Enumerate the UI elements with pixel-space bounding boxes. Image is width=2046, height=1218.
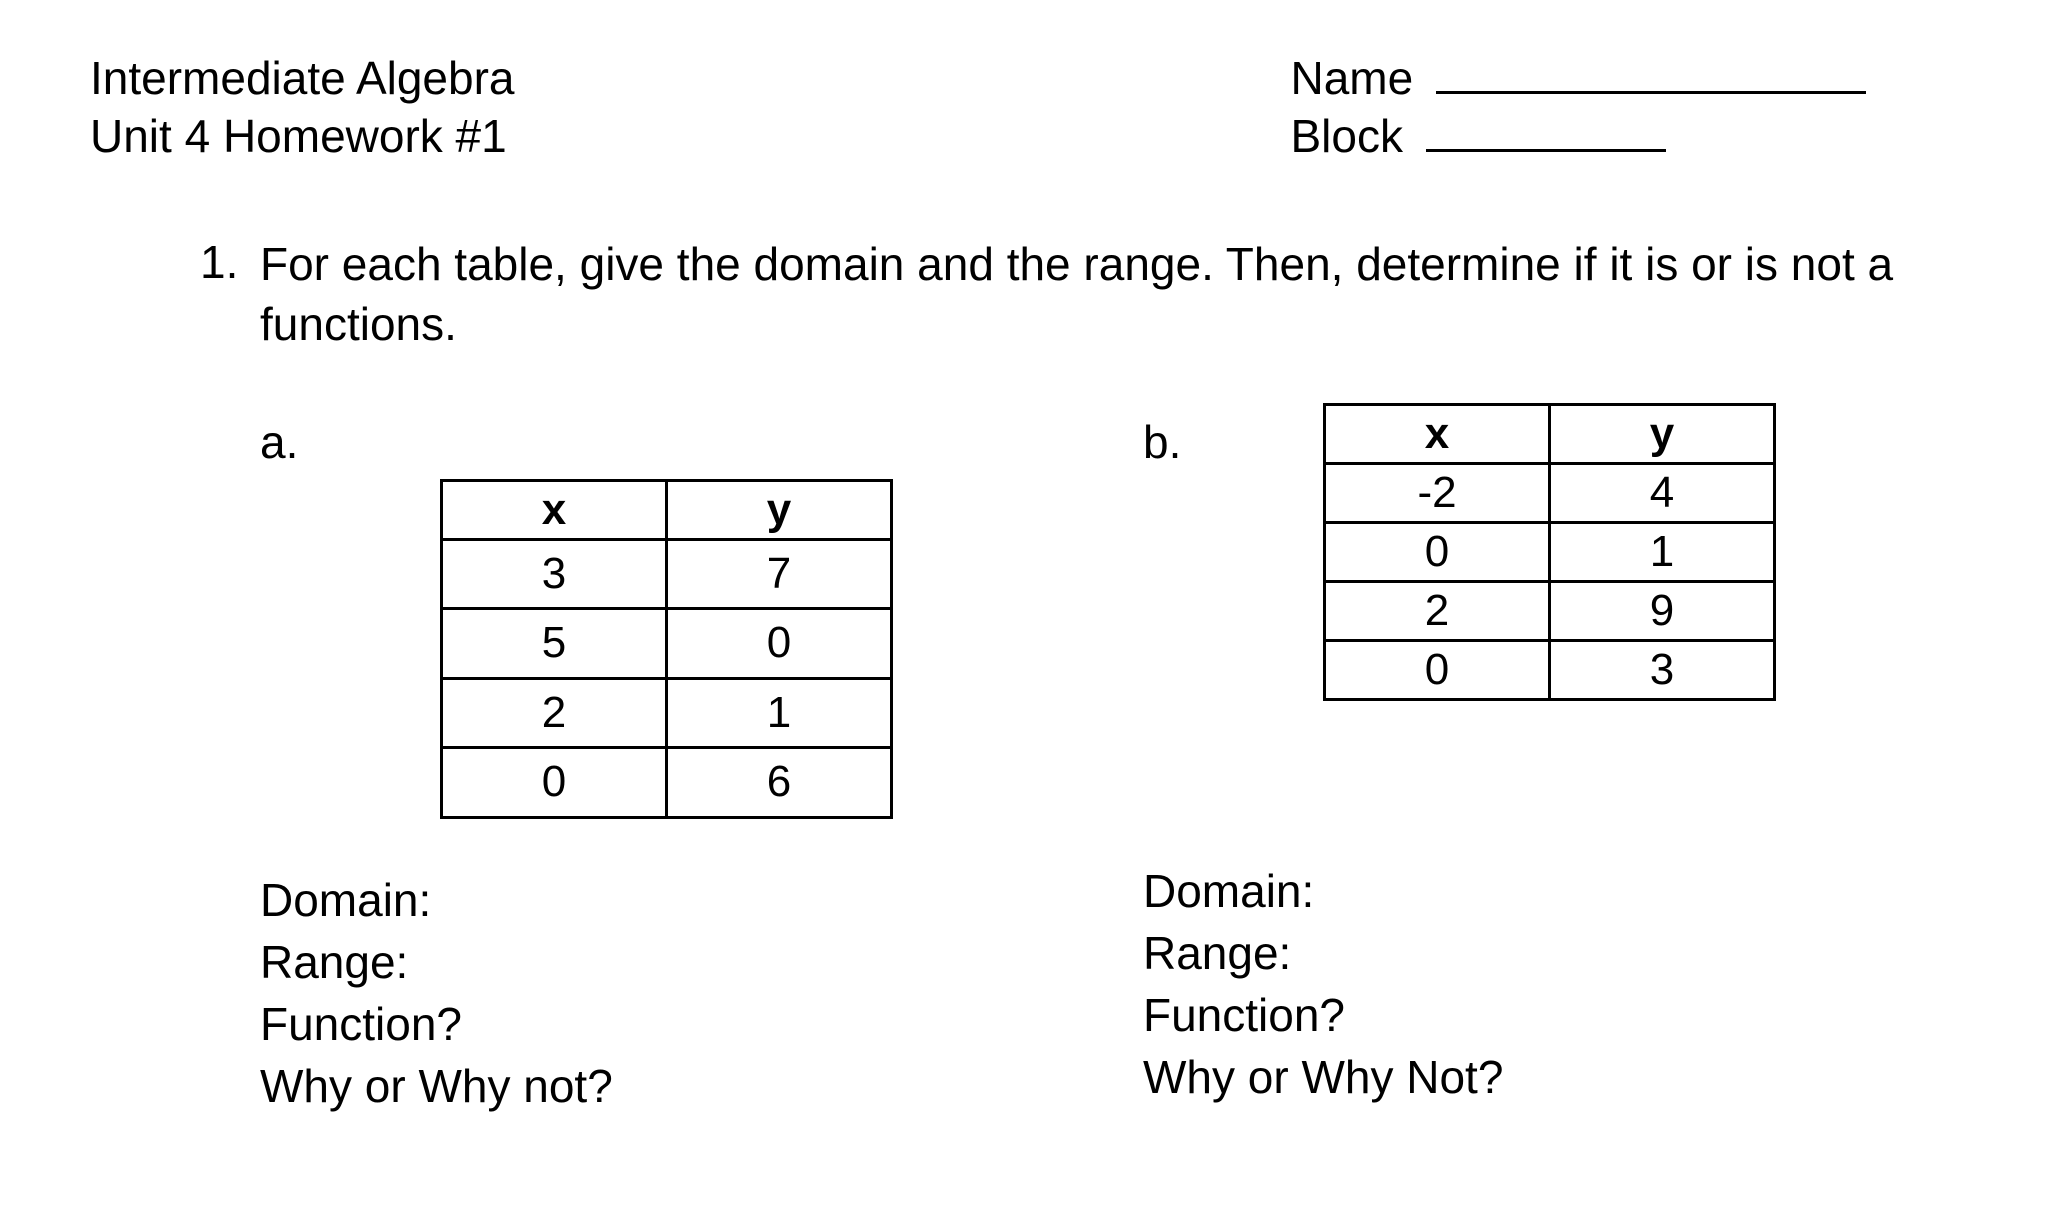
header-left: Intermediate Algebra Unit 4 Homework #1 bbox=[90, 50, 515, 165]
cell-x: 3 bbox=[442, 539, 667, 609]
cell-y: 1 bbox=[1550, 522, 1775, 581]
assignment-title: Unit 4 Homework #1 bbox=[90, 108, 515, 166]
col-y-header: y bbox=[1550, 404, 1775, 463]
domain-label: Domain: bbox=[260, 869, 1073, 931]
cell-y: 3 bbox=[1550, 640, 1775, 699]
col-y-header: y bbox=[667, 480, 892, 539]
cell-x: 0 bbox=[1325, 522, 1550, 581]
table-header-row: x y bbox=[1325, 404, 1775, 463]
cell-y: 9 bbox=[1550, 581, 1775, 640]
question-text: For each table, give the domain and the … bbox=[260, 235, 1956, 355]
table-row: 0 1 bbox=[1325, 522, 1775, 581]
table-header-row: x y bbox=[442, 480, 892, 539]
cell-x: 2 bbox=[442, 678, 667, 748]
course-title: Intermediate Algebra bbox=[90, 50, 515, 108]
part-a: a. x y 3 7 5 bbox=[260, 415, 1073, 1117]
part-b: b. x y -2 bbox=[1143, 415, 1956, 1117]
part-b-table: x y -2 4 0 1 bbox=[1323, 403, 1776, 701]
part-a-table: x y 3 7 5 0 2 bbox=[440, 479, 893, 819]
part-b-table-wrap: x y -2 4 0 1 bbox=[1323, 403, 1776, 743]
part-a-label: a. bbox=[260, 415, 1073, 469]
cell-x: 5 bbox=[442, 609, 667, 679]
header-right: Name Block bbox=[1291, 50, 1957, 165]
name-label: Name bbox=[1291, 52, 1414, 104]
range-label: Range: bbox=[260, 931, 1073, 993]
cell-x: -2 bbox=[1325, 463, 1550, 522]
table-row: 2 9 bbox=[1325, 581, 1775, 640]
cell-y: 1 bbox=[667, 678, 892, 748]
part-b-answers: Domain: Range: Function? Why or Why Not? bbox=[1143, 860, 1956, 1108]
part-b-label: b. bbox=[1143, 415, 1323, 469]
range-label: Range: bbox=[1143, 922, 1956, 984]
cell-y: 7 bbox=[667, 539, 892, 609]
function-label: Function? bbox=[1143, 984, 1956, 1046]
block-blank-line[interactable] bbox=[1426, 149, 1666, 152]
cell-x: 0 bbox=[1325, 640, 1550, 699]
why-label: Why or Why Not? bbox=[1143, 1046, 1956, 1108]
table-row: 0 6 bbox=[442, 748, 892, 818]
domain-label: Domain: bbox=[1143, 860, 1956, 922]
part-a-answers: Domain: Range: Function? Why or Why not? bbox=[260, 869, 1073, 1117]
parts-row: a. x y 3 7 5 bbox=[90, 415, 1956, 1117]
header-row: Intermediate Algebra Unit 4 Homework #1 … bbox=[90, 50, 1956, 165]
name-blank-line[interactable] bbox=[1436, 91, 1866, 94]
function-label: Function? bbox=[260, 993, 1073, 1055]
block-field-row: Block bbox=[1291, 108, 1867, 166]
why-label: Why or Why not? bbox=[260, 1055, 1073, 1117]
question-number: 1. bbox=[200, 235, 260, 289]
table-row: 5 0 bbox=[442, 609, 892, 679]
cell-y: 0 bbox=[667, 609, 892, 679]
table-row: -2 4 bbox=[1325, 463, 1775, 522]
table-row: 0 3 bbox=[1325, 640, 1775, 699]
worksheet-page: Intermediate Algebra Unit 4 Homework #1 … bbox=[0, 0, 2046, 1218]
question-1: 1. For each table, give the domain and t… bbox=[90, 235, 1956, 355]
col-x-header: x bbox=[442, 480, 667, 539]
part-a-table-wrap: x y 3 7 5 0 2 bbox=[260, 479, 1073, 819]
table-row: 3 7 bbox=[442, 539, 892, 609]
cell-x: 0 bbox=[442, 748, 667, 818]
col-x-header: x bbox=[1325, 404, 1550, 463]
block-label: Block bbox=[1291, 110, 1403, 162]
table-row: 2 1 bbox=[442, 678, 892, 748]
cell-y: 4 bbox=[1550, 463, 1775, 522]
cell-x: 2 bbox=[1325, 581, 1550, 640]
name-field-row: Name bbox=[1291, 50, 1867, 108]
cell-y: 6 bbox=[667, 748, 892, 818]
